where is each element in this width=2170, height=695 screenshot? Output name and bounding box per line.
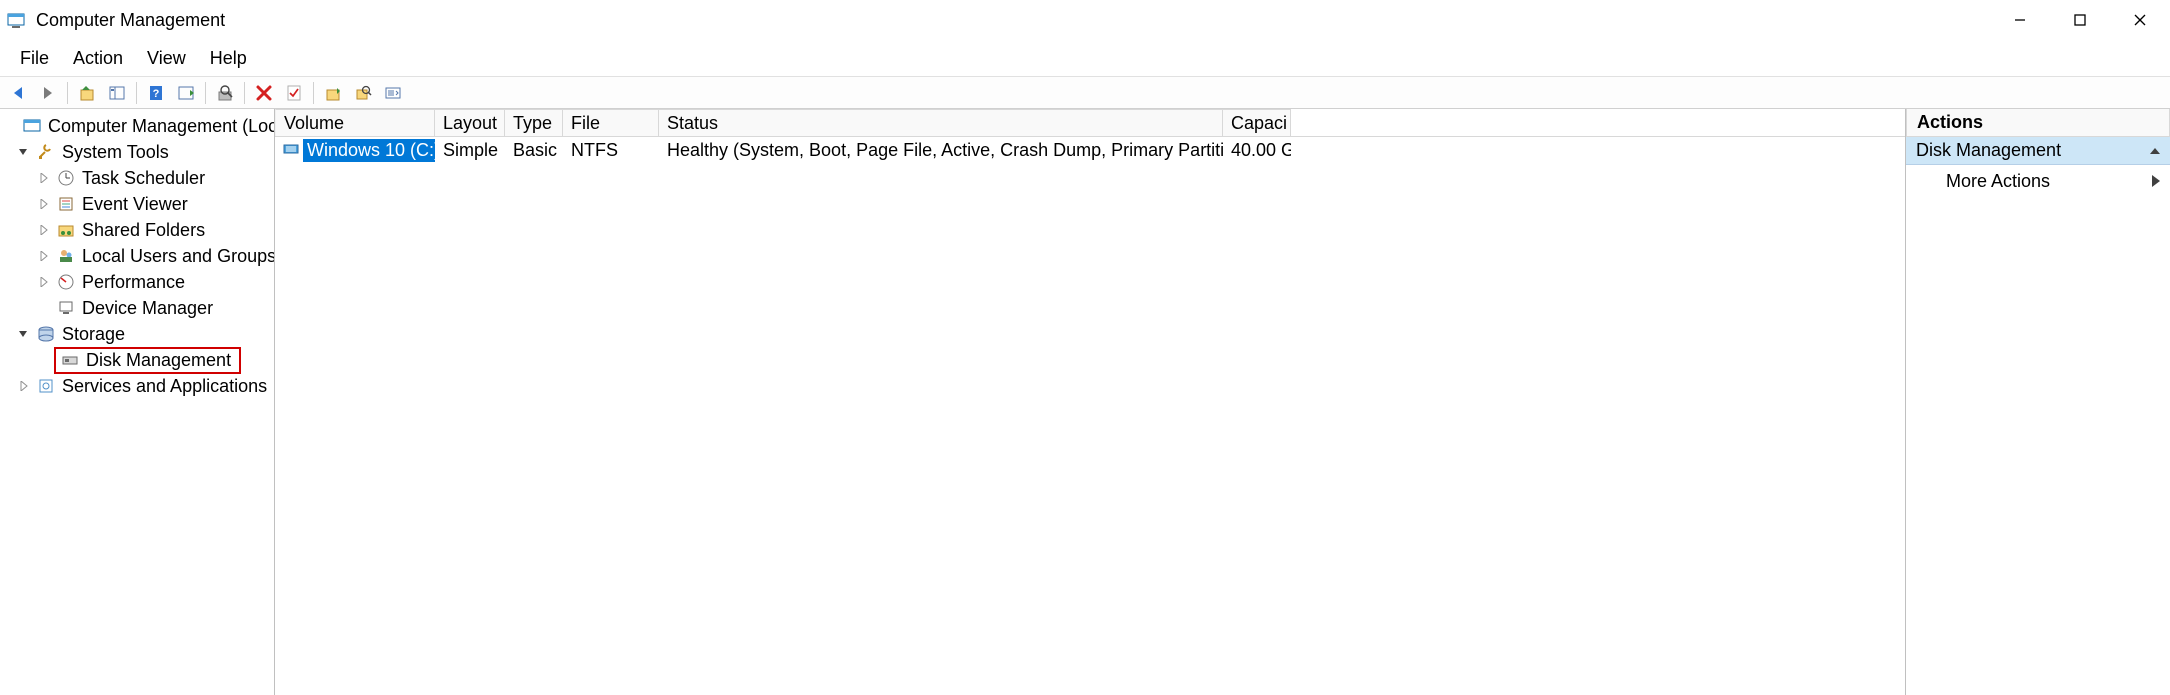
collapse-up-icon bbox=[2150, 140, 2160, 161]
device-icon bbox=[56, 298, 76, 318]
titlebar: Computer Management bbox=[0, 0, 2170, 40]
storage-icon bbox=[36, 324, 56, 344]
window-title: Computer Management bbox=[36, 10, 1990, 31]
tools-icon bbox=[36, 142, 56, 162]
forward-button[interactable] bbox=[34, 79, 62, 107]
actions-group-label: Disk Management bbox=[1916, 140, 2061, 161]
users-icon bbox=[56, 246, 76, 266]
action-button[interactable] bbox=[211, 79, 239, 107]
maximize-button[interactable] bbox=[2050, 0, 2110, 40]
tree-storage-label: Storage bbox=[60, 323, 127, 346]
volume-panel: Volume Layout Type File System Status Ca… bbox=[275, 109, 1906, 695]
back-button[interactable] bbox=[4, 79, 32, 107]
tree-device-manager[interactable]: Device Manager bbox=[0, 295, 274, 321]
actions-panel: Actions Disk Management More Actions bbox=[1906, 109, 2170, 695]
disk-management-highlight: Disk Management bbox=[54, 347, 241, 374]
tree-event-viewer[interactable]: Event Viewer bbox=[0, 191, 274, 217]
volume-row[interactable]: Windows 10 (C:) Simple Basic NTFS Health… bbox=[275, 137, 1905, 163]
chevron-right-icon[interactable] bbox=[36, 274, 52, 290]
volume-name: Windows 10 (C:) bbox=[303, 139, 435, 162]
cell-status: Healthy (System, Boot, Page File, Active… bbox=[659, 139, 1223, 162]
tree-label: Performance bbox=[80, 271, 187, 294]
col-header-capacity[interactable]: Capaci bbox=[1223, 109, 1291, 136]
add-button[interactable] bbox=[319, 79, 347, 107]
col-header-type[interactable]: Type bbox=[505, 109, 563, 136]
tree-label: Event Viewer bbox=[80, 193, 190, 216]
menu-action[interactable]: Action bbox=[61, 42, 135, 75]
toolbar-separator bbox=[67, 82, 68, 104]
up-level-button[interactable] bbox=[73, 79, 101, 107]
chevron-right-icon[interactable] bbox=[36, 170, 52, 186]
show-hide-tree-button[interactable] bbox=[103, 79, 131, 107]
toolbar-separator bbox=[313, 82, 314, 104]
col-header-status[interactable]: Status bbox=[659, 109, 1223, 136]
svg-text:?: ? bbox=[153, 88, 160, 100]
tree-system-tools-label: System Tools bbox=[60, 141, 171, 164]
refresh-button[interactable] bbox=[172, 79, 200, 107]
toolbar-separator bbox=[205, 82, 206, 104]
tree-label: Local Users and Groups bbox=[80, 245, 275, 268]
tree-services[interactable]: Services and Applications bbox=[0, 373, 274, 399]
main-area: Computer Management (Local System Tools … bbox=[0, 109, 2170, 695]
delete-button[interactable] bbox=[250, 79, 278, 107]
actions-more[interactable]: More Actions bbox=[1906, 165, 2170, 197]
tree-services-label: Services and Applications bbox=[60, 375, 269, 398]
menu-file[interactable]: File bbox=[8, 42, 61, 75]
tree-label: Device Manager bbox=[80, 297, 215, 320]
help-button[interactable]: ? bbox=[142, 79, 170, 107]
properties-button[interactable] bbox=[280, 79, 308, 107]
cell-type: Basic bbox=[505, 139, 563, 162]
computer-management-icon bbox=[22, 116, 42, 136]
tree-shared-folders[interactable]: Shared Folders bbox=[0, 217, 274, 243]
toolbar: ? bbox=[0, 76, 2170, 109]
cell-capacity: 40.00 G bbox=[1223, 139, 1291, 162]
disk-icon bbox=[60, 350, 80, 370]
col-header-volume[interactable]: Volume bbox=[275, 109, 435, 136]
app-icon bbox=[6, 10, 26, 30]
chevron-right-icon bbox=[2152, 171, 2160, 192]
chevron-right-icon[interactable] bbox=[36, 196, 52, 212]
tree-system-tools[interactable]: System Tools bbox=[0, 139, 274, 165]
menu-help[interactable]: Help bbox=[198, 42, 259, 75]
clock-icon bbox=[56, 168, 76, 188]
event-icon bbox=[56, 194, 76, 214]
minimize-button[interactable] bbox=[1990, 0, 2050, 40]
tree-disk-management[interactable]: Disk Management bbox=[0, 347, 274, 373]
cell-filesystem: NTFS bbox=[563, 139, 659, 162]
tree-root[interactable]: Computer Management (Local bbox=[0, 113, 274, 139]
col-header-layout[interactable]: Layout bbox=[435, 109, 505, 136]
tree-task-scheduler[interactable]: Task Scheduler bbox=[0, 165, 274, 191]
search-button[interactable] bbox=[349, 79, 377, 107]
tree-label: Shared Folders bbox=[80, 219, 207, 242]
actions-more-label: More Actions bbox=[1946, 171, 2050, 192]
folder-share-icon bbox=[56, 220, 76, 240]
volume-header-row: Volume Layout Type File System Status Ca… bbox=[275, 109, 1905, 137]
tree-storage[interactable]: Storage bbox=[0, 321, 274, 347]
tree-label: Task Scheduler bbox=[80, 167, 207, 190]
chevron-right-icon[interactable] bbox=[36, 222, 52, 238]
performance-icon bbox=[56, 272, 76, 292]
tree-local-users[interactable]: Local Users and Groups bbox=[0, 243, 274, 269]
menu-view[interactable]: View bbox=[135, 42, 198, 75]
actions-group-header[interactable]: Disk Management bbox=[1906, 137, 2170, 165]
chevron-down-icon[interactable] bbox=[16, 144, 32, 160]
chevron-right-icon[interactable] bbox=[16, 378, 32, 394]
tree-disk-management-label: Disk Management bbox=[84, 349, 233, 372]
close-button[interactable] bbox=[2110, 0, 2170, 40]
chevron-right-icon[interactable] bbox=[36, 248, 52, 264]
menubar: File Action View Help bbox=[0, 40, 2170, 76]
toolbar-separator bbox=[136, 82, 137, 104]
tree-panel: Computer Management (Local System Tools … bbox=[0, 109, 275, 695]
services-icon bbox=[36, 376, 56, 396]
tree-root-label: Computer Management (Local bbox=[46, 115, 275, 138]
chevron-down-icon[interactable] bbox=[16, 326, 32, 342]
toolbar-separator bbox=[244, 82, 245, 104]
cell-layout: Simple bbox=[435, 139, 505, 162]
volume-icon bbox=[283, 140, 299, 161]
actions-header: Actions bbox=[1906, 109, 2170, 137]
tree-performance[interactable]: Performance bbox=[0, 269, 274, 295]
more-button[interactable] bbox=[379, 79, 407, 107]
col-header-filesystem[interactable]: File System bbox=[563, 109, 659, 136]
